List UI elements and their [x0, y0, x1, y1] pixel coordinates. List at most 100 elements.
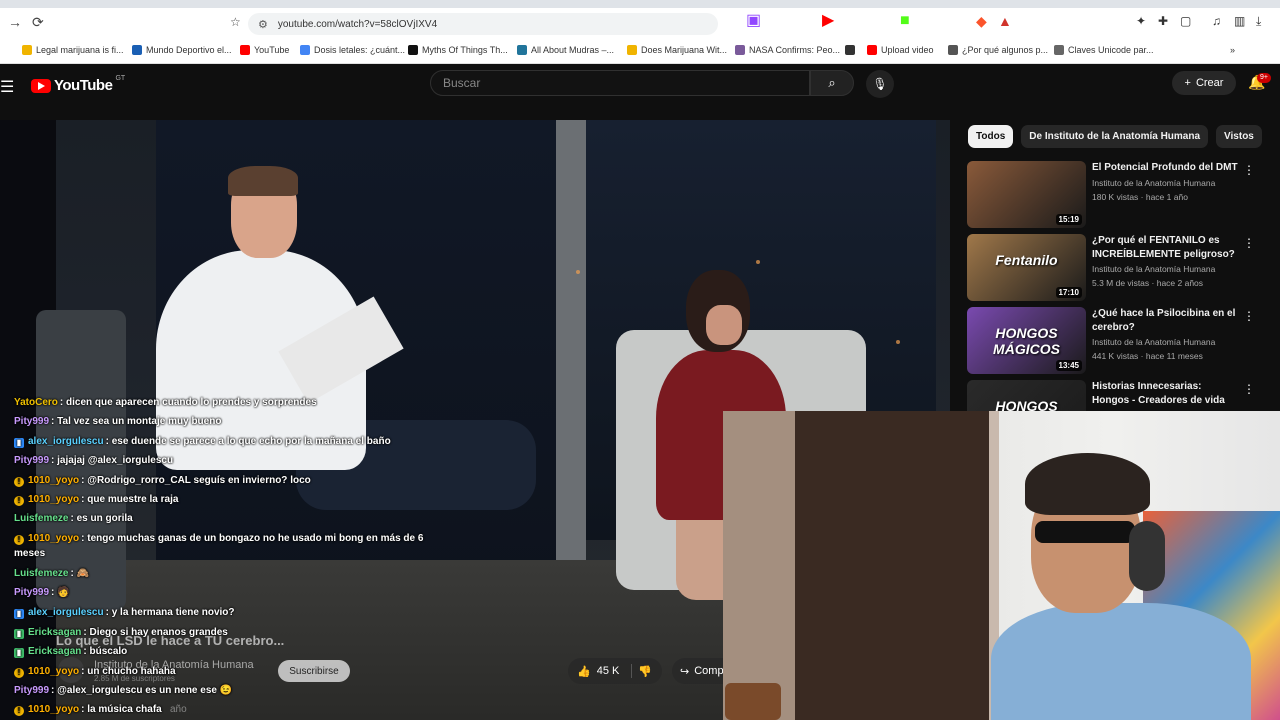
bookmark-item[interactable]: Upload video	[867, 45, 934, 55]
recommended-video[interactable]: Fentanilo 17:10 ¿Por qué el FENTANILO es I…	[967, 234, 1267, 302]
thumbnail-text: HONGOS MÁGICOS	[993, 325, 1060, 357]
youtube-extension-icon[interactable]: ▶	[822, 13, 834, 29]
more-options-icon[interactable]: ⋮	[1243, 382, 1255, 396]
chat-message: ▮ alex_iorgulescu: ese duende se parece a…	[14, 435, 391, 449]
chat-text: : es un gorila	[70, 513, 133, 524]
recommended-video-title[interactable]: El Potencial Profundo del DMT	[1092, 161, 1238, 175]
like-separator	[631, 664, 633, 678]
man-hair	[228, 166, 298, 196]
chat-username: Pity999	[14, 685, 50, 696]
bookmark-item[interactable]: All About Mudras –...	[517, 45, 614, 55]
webcam-overlay	[723, 411, 1280, 720]
bookmark-item[interactable]: Does Marijuana Wit...	[627, 45, 727, 55]
brave-shield-icon[interactable]: ◆	[976, 14, 987, 28]
extension-icon[interactable]: ✦	[1136, 14, 1146, 28]
bookmarks-overflow-icon[interactable]: »	[1230, 45, 1235, 55]
bookmark-label: Myths Of Things Th...	[422, 45, 508, 55]
streamer-hair	[1025, 453, 1150, 515]
bookmark-favicon-icon	[132, 45, 142, 55]
search-input[interactable]	[443, 76, 809, 90]
recommended-video-title[interactable]: ¿Por qué el FENTANILO es INCREÍBLEMENTE …	[1092, 234, 1238, 262]
like-dislike-pill[interactable]: 👍 45 K 👎	[568, 658, 662, 684]
chat-text: : @alex_iorgulescu es un nene ese 😉	[51, 685, 233, 696]
kick-extension-icon[interactable]: ■	[900, 13, 910, 29]
forward-icon[interactable]: →	[8, 14, 22, 30]
subscribe-button[interactable]: Suscribirse	[278, 660, 350, 682]
bookmark-item[interactable]: Claves Unicode par...	[1054, 45, 1154, 55]
video-thumbnail[interactable]: HONGOS MÁGICOS 13:45	[967, 307, 1086, 374]
reload-icon[interactable]: ⟳	[32, 14, 44, 31]
chat-username: Ericksagan	[28, 646, 82, 657]
bookmark-item[interactable]: NASA Confirms: Peo...	[735, 45, 840, 55]
bookmark-label: NASA Confirms: Peo...	[749, 45, 841, 55]
bookmark-item[interactable]: Legal marijuana is fi...	[22, 45, 124, 55]
omnibox[interactable]: ⚙ youtube.com/watch?v=58clOVjIXV4	[248, 13, 718, 35]
bookmark-item[interactable]: Mundo Deportivo el...	[132, 45, 232, 55]
bookmark-label: ¿Por qué algunos p...	[962, 45, 1049, 55]
bookmark-label: Upload video	[881, 45, 934, 55]
bookmark-label: All About Mudras –...	[531, 45, 615, 55]
filter-chip[interactable]: Vistos	[1216, 125, 1262, 148]
bookmark-item[interactable]: Dosis letales: ¿cuánt...	[300, 45, 405, 55]
chat-username: Ericksagan	[28, 627, 82, 638]
chat-text: : @Rodrigo_rorro_CAL seguís en invierno?…	[81, 475, 311, 486]
chat-text: : la música chafa	[81, 704, 162, 715]
site-info-icon[interactable]: ⚙	[258, 18, 268, 31]
filter-chip[interactable]: De Instituto de la Anatomía Humana	[1021, 125, 1209, 148]
city-light	[576, 270, 580, 274]
bookmark-label: YouTube	[254, 45, 290, 55]
bookmark-item[interactable]: ¿Por qué algunos p...	[948, 45, 1048, 55]
bookmark-star-icon[interactable]: ☆	[230, 15, 241, 29]
chat-badge-icon: !	[14, 477, 24, 487]
bookmark-favicon-icon	[735, 45, 745, 55]
bookmark-favicon-icon	[1054, 45, 1064, 55]
create-button[interactable]: + Crear	[1172, 71, 1236, 95]
dislike-icon[interactable]: 👎	[638, 665, 652, 678]
recommended-video[interactable]: HONGOS MÁGICOS 13:45 ¿Qué hace la Psilocib…	[967, 307, 1267, 375]
thumbnail-text: Fentanilo	[995, 252, 1058, 268]
rewards-icon[interactable]: ▲	[998, 14, 1012, 28]
webcam-streamer	[991, 443, 1251, 720]
filter-chips: Todos De Instituto de la Anatomía Humana V…	[968, 125, 1262, 149]
bookmark-item[interactable]: YouTube	[240, 45, 289, 55]
window-icon[interactable]: ▢	[1180, 14, 1191, 28]
chat-message: ▮ Ericksagan: Diego si hay enanos grandes	[14, 626, 228, 640]
recommended-video[interactable]: 15:19 El Potencial Profundo del DMT Instit…	[967, 161, 1267, 229]
bookmark-favicon-icon	[845, 45, 855, 55]
search-box[interactable]	[430, 70, 810, 96]
recommended-video-title[interactable]: Historias Innecesarias: Hongos - Creador…	[1092, 380, 1238, 408]
plus-icon: +	[1184, 77, 1191, 89]
search-button[interactable]: ⌕	[810, 70, 854, 96]
video-thumbnail[interactable]: 15:19	[967, 161, 1086, 228]
video-thumbnail[interactable]: Fentanilo 17:10	[967, 234, 1086, 301]
youtube-logo[interactable]: YouTube GT	[31, 75, 125, 94]
like-icon[interactable]: 👍	[577, 665, 591, 678]
chat-badge-icon: ▮	[14, 648, 24, 658]
chat-message: ! 1010_yoyo: tengo muchas ganas de un bon…	[14, 532, 423, 546]
bookmark-item[interactable]: Myths Of Things Th...	[408, 45, 508, 55]
more-options-icon[interactable]: ⋮	[1243, 309, 1255, 323]
create-label: Crear	[1195, 77, 1224, 89]
chat-text: : 🙈	[70, 568, 90, 579]
recommended-channel[interactable]: Instituto de la Anatomía Humana	[1092, 178, 1215, 188]
youtube-play-icon	[31, 78, 51, 93]
recommended-video-title[interactable]: ¿Qué hace la Psilocibina en el cerebro?	[1092, 307, 1238, 335]
chat-message: Pity999: 🧑	[14, 586, 70, 600]
music-icon[interactable]: ♫	[1212, 14, 1221, 28]
voice-search-button[interactable]: 🎙	[866, 70, 894, 98]
more-options-icon[interactable]: ⋮	[1243, 236, 1255, 250]
chat-username: Pity999	[14, 455, 50, 466]
twitch-extension-icon[interactable]: ▣	[746, 13, 761, 29]
chat-text: meses	[14, 548, 46, 559]
filter-chip[interactable]: Todos	[968, 125, 1014, 148]
bookmark-item[interactable]	[845, 45, 859, 55]
recommended-channel[interactable]: Instituto de la Anatomía Humana	[1092, 337, 1215, 347]
menu-icon[interactable]: ☰	[0, 77, 14, 97]
more-options-icon[interactable]: ⋮	[1243, 163, 1255, 177]
puzzle-icon[interactable]: ✚	[1158, 14, 1168, 28]
download-icon[interactable]: ⤓	[1256, 14, 1261, 28]
recommended-channel[interactable]: Instituto de la Anatomía Humana	[1092, 264, 1215, 274]
sidebar-icon[interactable]: ▥	[1234, 14, 1245, 28]
chat-badge-icon: !	[14, 668, 24, 678]
chat-username: alex_iorgulescu	[28, 607, 104, 618]
